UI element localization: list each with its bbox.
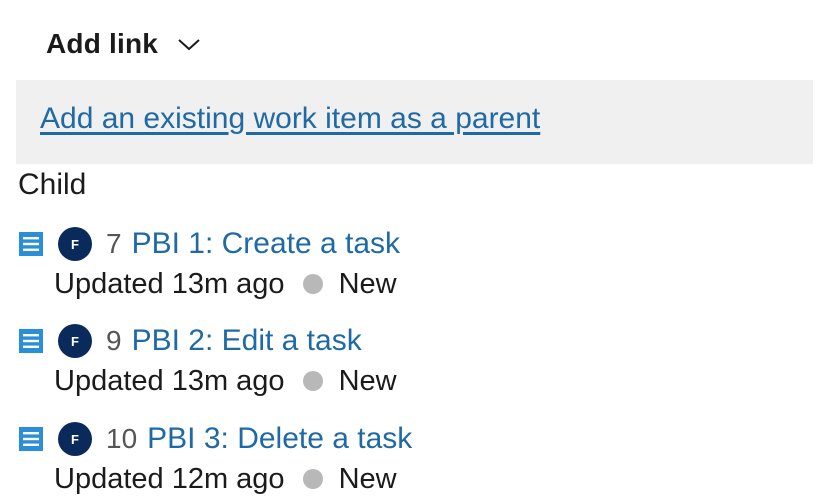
backlog-item-icon [19,427,43,451]
work-item-id: 9 [106,325,122,356]
links-panel: Add link Add an existing work item as a … [0,0,824,500]
state-dot-icon [302,469,323,489]
backlog-item-icon [19,329,43,353]
child-work-item: F 9 PBI 2: Edit a task Updated 13m ago N… [18,321,798,405]
state-dot-icon [302,274,323,294]
work-item-id: 10 [106,423,138,454]
avatar: F [58,227,92,261]
work-item-id: 7 [106,228,122,259]
add-existing-parent-link[interactable]: Add an existing work item as a parent [40,102,540,136]
updated-time: Updated 13m ago [54,267,285,300]
state-dot-icon [302,371,323,391]
child-work-item: F 7 PBI 1: Create a task Updated 13m ago… [18,224,798,308]
updated-time: Updated 13m ago [54,364,285,397]
updated-time: Updated 12m ago [54,462,285,495]
child-group-label: Child [18,168,87,201]
state-label: New [338,364,397,397]
state-label: New [338,267,397,300]
work-item-title-link[interactable]: PBI 2: Edit a task [132,324,362,358]
avatar: F [58,422,92,456]
add-parent-section: Add an existing work item as a parent [16,80,813,164]
state-label: New [338,462,397,495]
work-item-title-link[interactable]: PBI 3: Delete a task [147,422,412,456]
child-work-item: F 10 PBI 3: Delete a task Updated 12m ag… [18,419,798,500]
add-link-dropdown[interactable]: Add link [46,22,202,66]
backlog-item-icon [19,232,43,256]
work-item-title-link[interactable]: PBI 1: Create a task [132,227,400,261]
avatar: F [58,324,92,358]
add-link-label: Add link [46,28,159,59]
chevron-down-icon [178,39,200,51]
